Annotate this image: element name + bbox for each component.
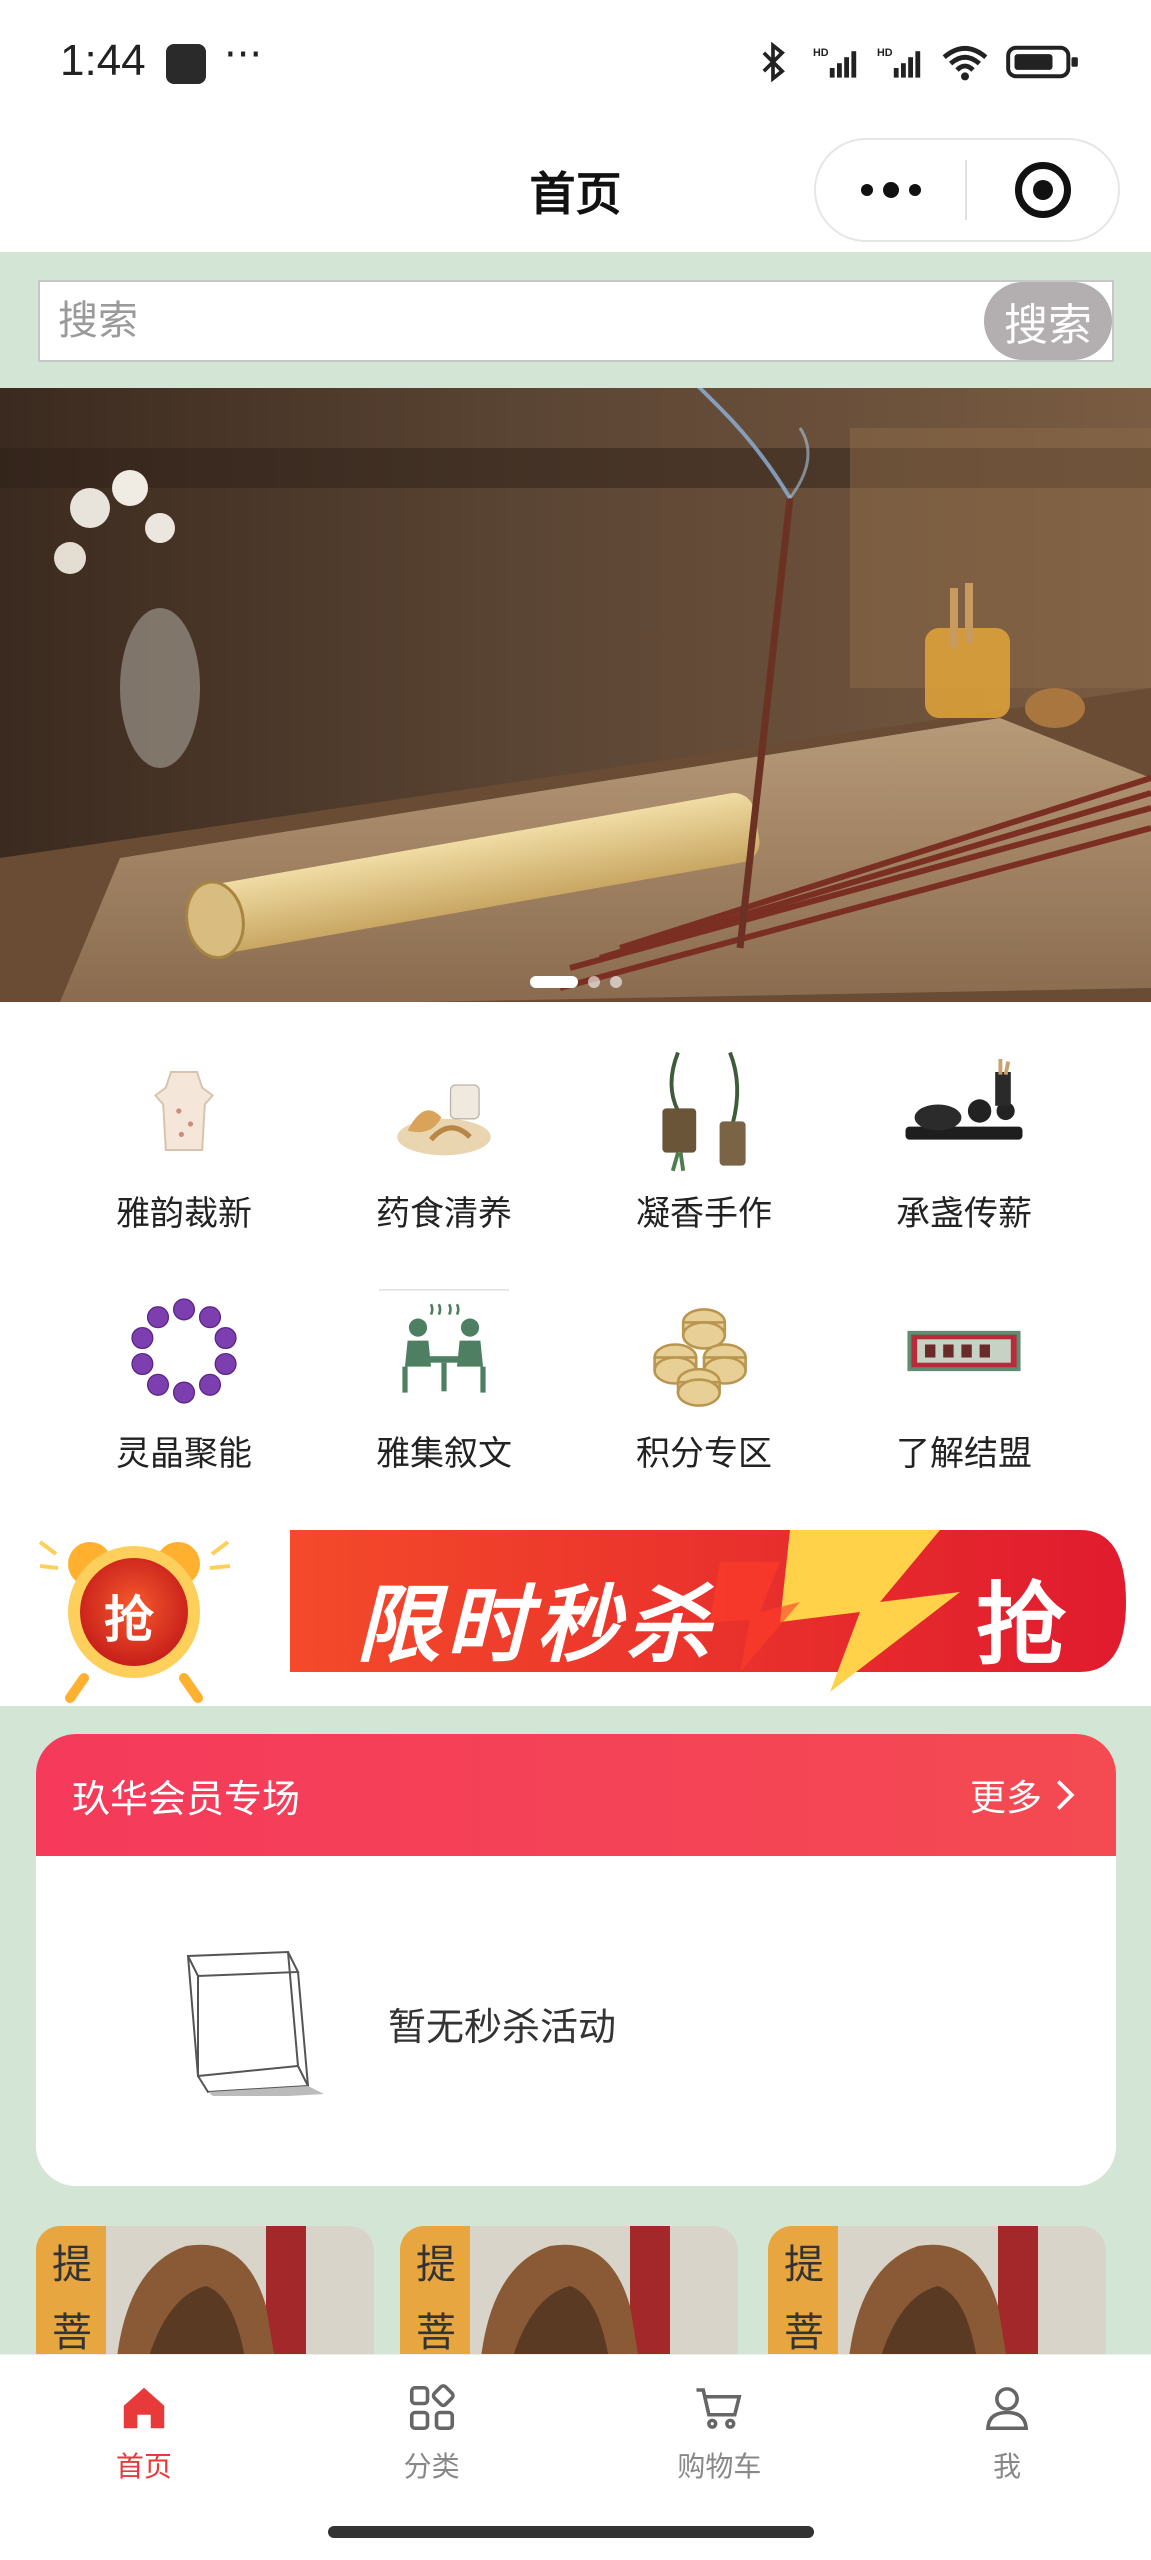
tea-set-icon [905,1059,1023,1140]
dot-icon [882,182,899,198]
user-icon [986,2387,1029,2431]
battery-icon [1006,45,1078,79]
status-time: 1:44 [60,36,146,85]
tab-home[interactable]: 首页 [0,2355,288,2510]
category-label: 积分专区 [636,1434,772,1474]
gathering-icon [379,1289,509,1393]
more-menu-button[interactable] [816,140,965,240]
product-card[interactable]: 提 菩 [400,2226,738,2366]
category-item-points[interactable]: 积分专区 [594,1286,814,1506]
category-label: 凝香手作 [636,1194,772,1234]
category-label: 雅韵裁新 [116,1194,252,1234]
svg-text:HD: HD [877,47,893,59]
product-card[interactable]: 提 菩 [36,2226,374,2366]
category-label: 了解结盟 [896,1434,1032,1474]
svg-text:HD: HD [813,47,829,59]
empty-state-text: 暂无秒杀活动 [388,2005,617,2049]
tab-label: 我 [993,2450,1022,2483]
mini-program-capsule [814,138,1120,242]
flash-clock-badge: 抢 [104,1591,154,1649]
agarwood-product-image: 提 菩 [768,2226,1106,2366]
tab-category[interactable]: 分类 [288,2355,576,2510]
home-indicator-area [0,2510,1151,2560]
svg-text:菩: 菩 [784,2310,824,2356]
target-icon [1014,162,1071,218]
category-grid: 雅韵裁新 药食清养 凝香手作 承盏传薪 灵晶聚能 雅集叙文 积分专区 了解结盟 [0,1002,1151,1502]
status-bar: 1:44 ··· HD HD [0,0,1151,130]
cart-icon [696,2388,742,2429]
agarwood-product-image: 提 菩 [36,2226,374,2366]
flash-grab-label[interactable]: 抢 [976,1552,1066,1682]
svg-text:菩: 菩 [416,2310,456,2356]
tab-label: 首页 [115,2450,172,2483]
svg-text:提: 提 [52,2242,92,2288]
wifi-icon [942,46,988,81]
status-more-dots: ··· [224,32,263,78]
home-indicator[interactable] [328,2526,814,2538]
svg-text:提: 提 [416,2242,456,2288]
search-box: 搜索 [38,280,1114,362]
category-label: 灵晶聚能 [116,1434,252,1474]
tab-label: 分类 [403,2450,460,2483]
dot-icon [908,184,921,196]
category-label: 药食清养 [376,1194,512,1234]
coins-icon [653,1308,747,1407]
incense-scene-image [0,388,1151,1002]
category-label: 雅集叙文 [376,1434,512,1474]
plaque-icon [907,1330,1021,1372]
category-label: 承盏传薪 [896,1194,1032,1234]
svg-text:菩: 菩 [52,2310,92,2356]
search-area: 搜索 [0,252,1151,388]
banner-dot[interactable] [529,976,578,988]
flash-sale-title: 限时秒杀 [356,1575,717,1674]
search-button[interactable]: 搜索 [984,282,1112,360]
category-item-qipao[interactable]: 雅韵裁新 [74,1046,294,1266]
amethyst-bracelet-icon [131,1298,237,1404]
close-mini-program-button[interactable] [967,140,1118,240]
banner-dot[interactable] [587,976,600,988]
herbal-food-icon [397,1084,491,1156]
member-more-link[interactable]: 更多 [970,1769,1076,1821]
category-item-crystal[interactable]: 灵晶聚能 [74,1286,294,1506]
bottom-tab-bar: 首页 分类 购物车 我 [0,2354,1151,2510]
more-label: 更多 [969,1778,1042,1819]
category-item-alliance[interactable]: 了解结盟 [854,1286,1074,1506]
tab-label: 购物车 [677,2450,762,2483]
member-card: 玖华会员专场 更多 暂无秒杀活动 [36,1734,1116,2186]
banner-dot[interactable] [609,976,622,988]
chevron-right-icon [1056,1780,1075,1810]
agarwood-product-image: 提 菩 [400,2226,738,2366]
search-input[interactable] [40,282,980,360]
member-title: 玖华会员专场 [72,1776,301,1821]
member-empty-state: 暂无秒杀活动 [36,1856,1116,2186]
member-header: 玖华会员专场 更多 [36,1734,1116,1856]
empty-box-icon [186,1950,324,2096]
product-row: 提 菩 提 菩 提 菩 [0,2226,1151,2366]
category-item-gathering[interactable]: 雅集叙文 [334,1286,554,1506]
recorder-app-icon [166,44,206,84]
banner-pagination [0,976,1151,988]
signal-hd-icon: HD [813,47,857,78]
category-item-tea[interactable]: 承盏传薪 [854,1046,1074,1266]
incense-pendant-icon [662,1051,746,1172]
product-card[interactable]: 提 菩 [768,2226,1106,2366]
tab-me[interactable]: 我 [863,2355,1151,2510]
bluetooth-icon [762,41,785,83]
member-section: 玖华会员专场 更多 暂无秒杀活动 提 菩 提 菩 提 菩 [0,1706,1151,2366]
flash-sale-banner[interactable]: 抢 限时秒杀 抢 [0,1502,1151,1706]
category-item-herbal[interactable]: 药食清养 [334,1046,554,1266]
qipao-dress-icon [153,1071,215,1151]
signal-hd-icon: HD [877,47,921,78]
hero-banner[interactable] [0,388,1151,1002]
category-icon [409,2384,455,2431]
nav-bar: 首页 [0,130,1151,252]
home-icon [123,2387,165,2429]
tab-cart[interactable]: 购物车 [576,2355,864,2510]
category-item-incense-craft[interactable]: 凝香手作 [594,1046,814,1266]
svg-text:提: 提 [784,2242,824,2288]
dot-icon [860,184,873,196]
status-icons: HD HD [749,40,1081,84]
